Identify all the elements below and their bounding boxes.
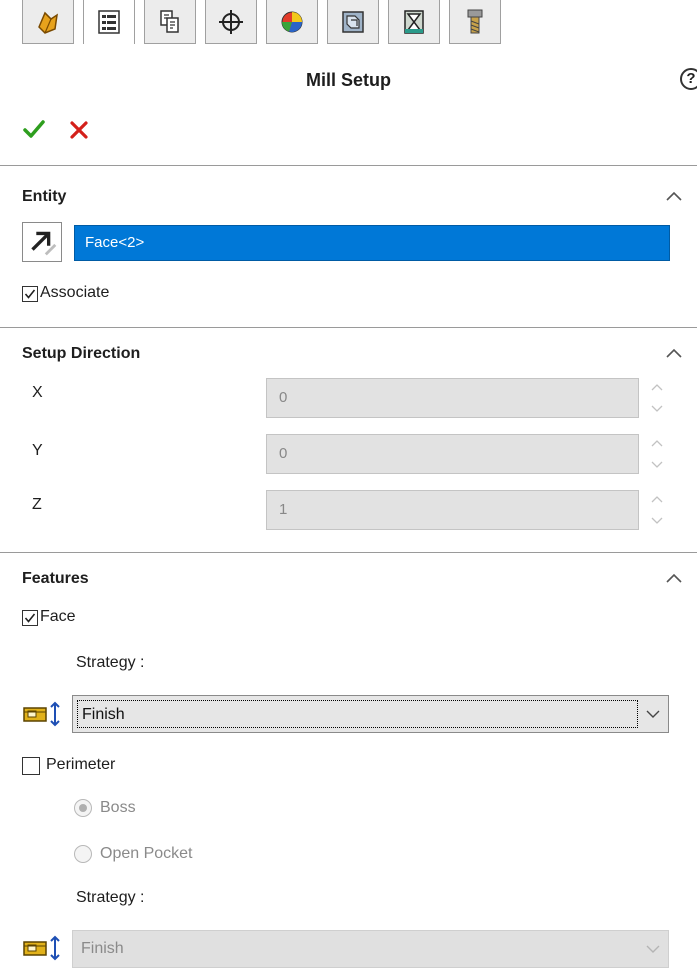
y-direction-field[interactable]: 0 (266, 434, 639, 474)
perimeter-strategy-icon (23, 935, 60, 961)
tab-cam-tool-tree[interactable] (449, 0, 501, 44)
select-entity-arrow-icon (31, 231, 57, 256)
face-label: Face (40, 608, 76, 625)
tab-configuration-manager[interactable] (144, 0, 196, 44)
cam-tool-tree-icon (467, 9, 483, 33)
divider (0, 327, 697, 328)
open-pocket-label: Open Pocket (100, 845, 193, 862)
collapse-setup-direction-chevron-up-icon[interactable] (664, 346, 684, 360)
entity-selection-list[interactable]: Face<2> (74, 225, 670, 261)
perimeter-checkbox[interactable] (22, 757, 40, 775)
face-strategy-selected: Finish (77, 700, 638, 728)
x-direction-field[interactable]: 0 (266, 378, 639, 418)
feature-manager-icon (38, 11, 58, 34)
face-strategy-icon (23, 701, 60, 727)
chevron-down-icon (646, 710, 660, 718)
cam-feature-tree-icon (342, 10, 364, 33)
panel-tab-strip (0, 0, 697, 44)
associate-checkbox[interactable] (22, 286, 38, 302)
chevron-down-icon (646, 945, 660, 953)
z-spinner-icon[interactable] (650, 490, 664, 530)
perimeter-label: Perimeter (46, 756, 116, 773)
panel-title: Mill Setup (306, 70, 391, 90)
entity-selection-item[interactable]: Face<2> (85, 234, 144, 251)
checkmark-icon (24, 289, 36, 299)
tab-feature-manager[interactable] (22, 0, 74, 44)
face-strategy-label: Strategy : (76, 654, 145, 671)
tab-display-manager[interactable] (266, 0, 318, 44)
ok-checkmark-icon[interactable] (22, 117, 46, 141)
boss-radio[interactable] (74, 799, 92, 817)
open-pocket-radio[interactable] (74, 845, 92, 863)
entity-selection-button[interactable] (22, 222, 62, 262)
collapse-features-chevron-up-icon[interactable] (664, 571, 684, 585)
tab-cam-operation-tree[interactable] (388, 0, 440, 44)
face-strategy-dropdown[interactable]: Finish (72, 695, 669, 733)
collapse-entity-chevron-up-icon[interactable] (664, 189, 684, 203)
perimeter-strategy-selected: Finish (81, 940, 124, 957)
y-axis-label: Y (32, 442, 43, 459)
divider (0, 552, 697, 553)
tab-property-manager[interactable] (83, 0, 135, 44)
perimeter-strategy-label: Strategy : (76, 889, 145, 906)
face-checkbox[interactable] (22, 610, 38, 626)
cam-operation-tree-icon (404, 9, 424, 34)
dimxpert-icon (219, 9, 243, 34)
help-icon[interactable]: ? (680, 68, 697, 90)
z-direction-field[interactable]: 1 (266, 490, 639, 530)
y-spinner-icon[interactable] (650, 434, 664, 474)
features-section-title: Features (22, 570, 89, 587)
configuration-manager-icon (160, 9, 179, 33)
cancel-x-icon[interactable] (68, 119, 90, 141)
boss-label: Boss (100, 799, 136, 816)
property-manager-icon (98, 10, 120, 34)
x-spinner-icon[interactable] (650, 378, 664, 418)
z-axis-label: Z (32, 496, 42, 513)
entity-section-title: Entity (22, 188, 67, 205)
tab-dimxpert[interactable] (205, 0, 257, 44)
checkmark-icon (24, 613, 36, 623)
associate-label: Associate (40, 284, 110, 301)
tab-cam-feature-tree[interactable] (327, 0, 379, 44)
display-manager-icon (281, 11, 303, 32)
x-axis-label: X (32, 384, 43, 401)
divider (0, 165, 697, 166)
perimeter-strategy-dropdown[interactable]: Finish (72, 930, 669, 968)
setup-direction-section-title: Setup Direction (22, 345, 141, 362)
